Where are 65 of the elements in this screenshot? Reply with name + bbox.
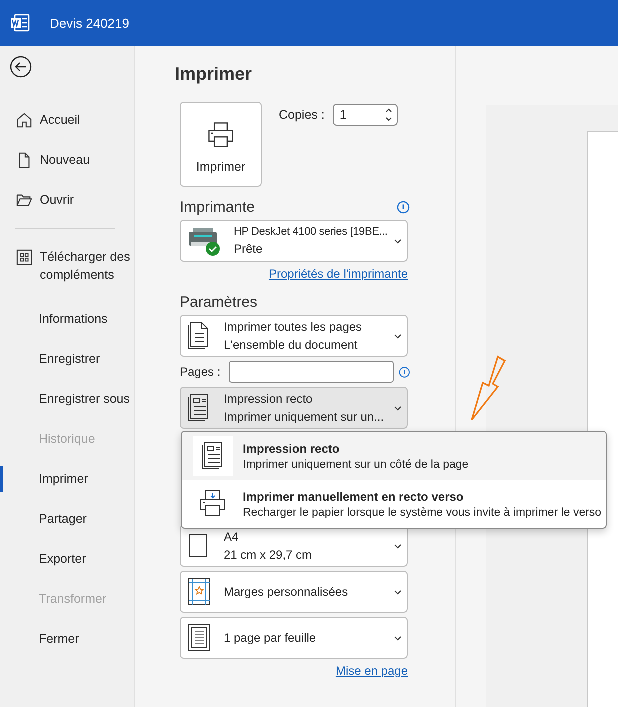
sidebar-item[interactable]: Enregistrer: [0, 339, 134, 379]
window-title: Devis 240219: [50, 16, 130, 30]
print-button[interactable]: Imprimer: [180, 102, 262, 187]
dropdown-text: Marges personnalisées: [224, 585, 350, 599]
chevron-icon: [394, 238, 402, 244]
settings-dropdown[interactable]: Impression recto Imprimer uniquement sur un...: [180, 387, 408, 429]
chevron-icon: [394, 544, 402, 548]
pages-icon: [187, 321, 211, 351]
sidebar-item[interactable]: Télécharger des compléments: [0, 237, 134, 299]
page-icon: [187, 623, 211, 653]
printer-dropdown[interactable]: HP DeskJet 4100 series [19BE... Prête: [180, 220, 408, 262]
dropdown-text: Impression recto: [224, 392, 314, 406]
pages-label: Pages :: [180, 365, 221, 379]
dropdown-subtext: L'ensemble du document: [224, 338, 359, 352]
grid-icon: [16, 249, 33, 266]
settings-dropdown[interactable]: Marges personnalisées: [180, 571, 408, 613]
home-icon: [16, 112, 33, 128]
printer-properties-link[interactable]: Propriétés de l'imprimante: [268, 267, 408, 281]
section-heading: Paramètres: [180, 294, 259, 311]
settings-dropdown[interactable]: Imprimer toutes les pages L'ensemble du document: [180, 315, 408, 357]
option-description: Imprimer uniquement sur un côté de la page: [243, 458, 469, 470]
dropdown-subtext: Imprimer uniquement sur un...: [224, 410, 386, 424]
section-heading: Imprimante: [180, 199, 256, 216]
copies-label: Copies :: [279, 108, 325, 122]
dropdown-subtext: 21 cm x 29,7 cm: [224, 548, 314, 562]
dropdown-text: 1 page par feuille: [224, 631, 318, 645]
annotation-arrow: [468, 355, 508, 423]
printer-name: HP DeskJet 4100 series [19BE...: [234, 226, 389, 238]
printer-icon: [198, 489, 228, 519]
page-icon: [187, 393, 211, 423]
printer-icon: [206, 120, 236, 150]
sidebar-item[interactable]: Partager: [0, 499, 134, 539]
settings-dropdown[interactable]: 1 page par feuille: [180, 617, 408, 659]
info-icon[interactable]: [397, 201, 410, 214]
option-description: Recharger le papier lorsque le système vous invite à imprimer le verso: [243, 506, 602, 518]
printer-status: Prête: [234, 242, 264, 256]
option-title: Impression recto: [243, 442, 341, 456]
page-heading: Imprimer: [175, 64, 254, 85]
chevron-icon: [394, 636, 402, 640]
printer-icon: [187, 226, 221, 256]
sidebar-item[interactable]: Fermer: [0, 619, 134, 659]
settings-dropdown[interactable]: A4 21 cm x 29,7 cm: [180, 525, 408, 567]
sidebar-item[interactable]: Informations: [0, 299, 134, 339]
back-icon[interactable]: [10, 56, 32, 78]
page-icon: [201, 441, 225, 471]
pages-field[interactable]: [228, 361, 394, 383]
option-title: Imprimer manuellement en recto verso: [243, 490, 465, 504]
sidebar-item[interactable]: Nouveau: [0, 140, 134, 180]
sidebar-item[interactable]: Accueil: [0, 100, 134, 140]
sidebar-item[interactable]: Ouvrir: [0, 180, 134, 220]
word-logo-icon: [10, 14, 30, 32]
menu-option[interactable]: Impression recto Imprimer uniquement sur un côté de la page: [182, 432, 606, 480]
dropdown-text: Imprimer toutes les pages: [224, 320, 364, 334]
menu-option[interactable]: Imprimer manuellement en recto verso Recharger le papier lorsque le système vous invite à imprimer le verso: [182, 480, 606, 528]
chevron-icon: [394, 590, 402, 594]
dropdown-text: A4: [224, 530, 240, 544]
spin-arrows-icon[interactable]: [384, 107, 393, 123]
info-icon[interactable]: [398, 366, 410, 378]
page-setup-link[interactable]: Mise en page: [336, 664, 408, 678]
margins-icon: [187, 577, 211, 607]
chevron-icon: [394, 334, 402, 338]
chevron-icon: [394, 406, 402, 410]
sidebar-item[interactable]: Exporter: [0, 539, 134, 579]
copies-field[interactable]: 1: [332, 104, 398, 126]
sidebar-item[interactable]: Enregistrer sous: [0, 379, 134, 419]
